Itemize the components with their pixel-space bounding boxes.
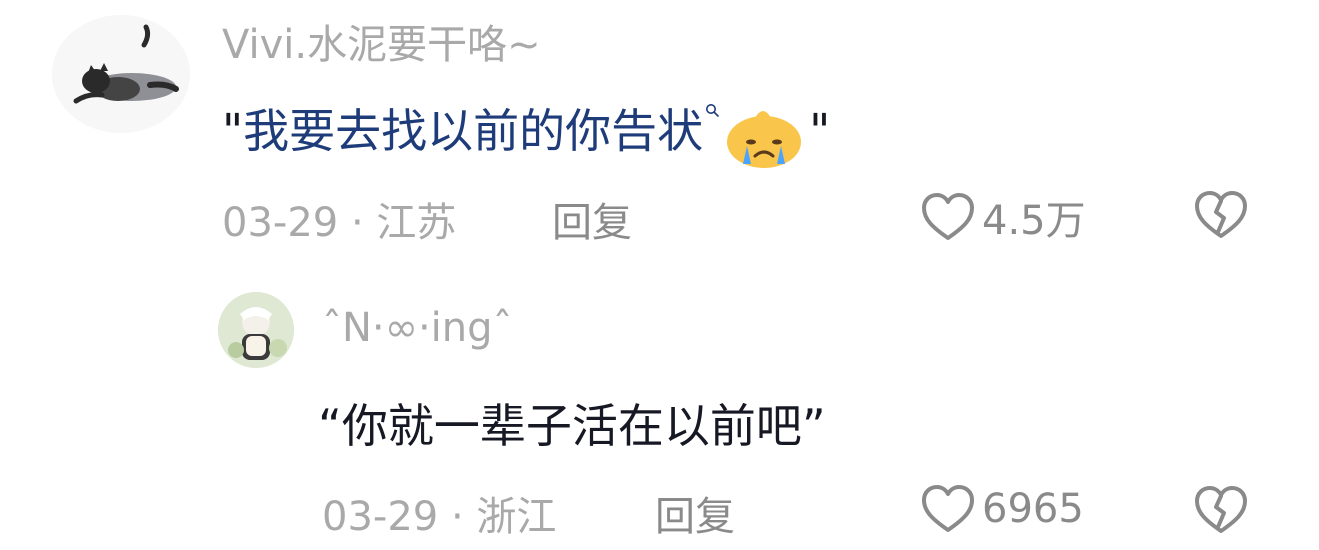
broken-heart-icon [1195, 191, 1247, 238]
avatar[interactable] [218, 292, 294, 368]
heart-outline-icon [922, 485, 974, 532]
username[interactable]: ˆN·∞·ingˆ [322, 305, 513, 351]
girl-avatar-image [218, 292, 294, 368]
heart-outline-icon [922, 193, 974, 240]
quote-open: " [222, 104, 244, 158]
username[interactable]: Vivi.水泥要干咯~ [222, 12, 541, 70]
date-location: 03-29 · 浙江 [322, 494, 557, 540]
crying-face-emoji-icon [727, 110, 802, 168]
search-icon[interactable] [705, 103, 719, 117]
quote-close: " [809, 104, 831, 158]
comment-link-text[interactable]: 我要去找以前的你告状 [243, 104, 703, 158]
like-button[interactable]: 6965 [920, 483, 1084, 535]
broken-heart-icon [1195, 486, 1247, 533]
reply-button[interactable]: 回复 [552, 190, 632, 248]
comment-text: "我要去找以前的你告状 " [222, 95, 830, 168]
dislike-button[interactable] [1192, 188, 1250, 246]
cat-avatar-image [52, 15, 190, 133]
like-count: 6965 [982, 486, 1084, 532]
reply-button[interactable]: 回复 [655, 484, 735, 542]
avatar[interactable] [52, 15, 190, 133]
date-location: 03-29 · 江苏 [222, 200, 457, 246]
reply-text: “你就一辈子活在以前吧” [318, 399, 826, 453]
like-count: 4.5万 [982, 198, 1086, 244]
like-button[interactable]: 4.5万 [920, 188, 1086, 246]
dislike-button[interactable] [1192, 483, 1250, 541]
